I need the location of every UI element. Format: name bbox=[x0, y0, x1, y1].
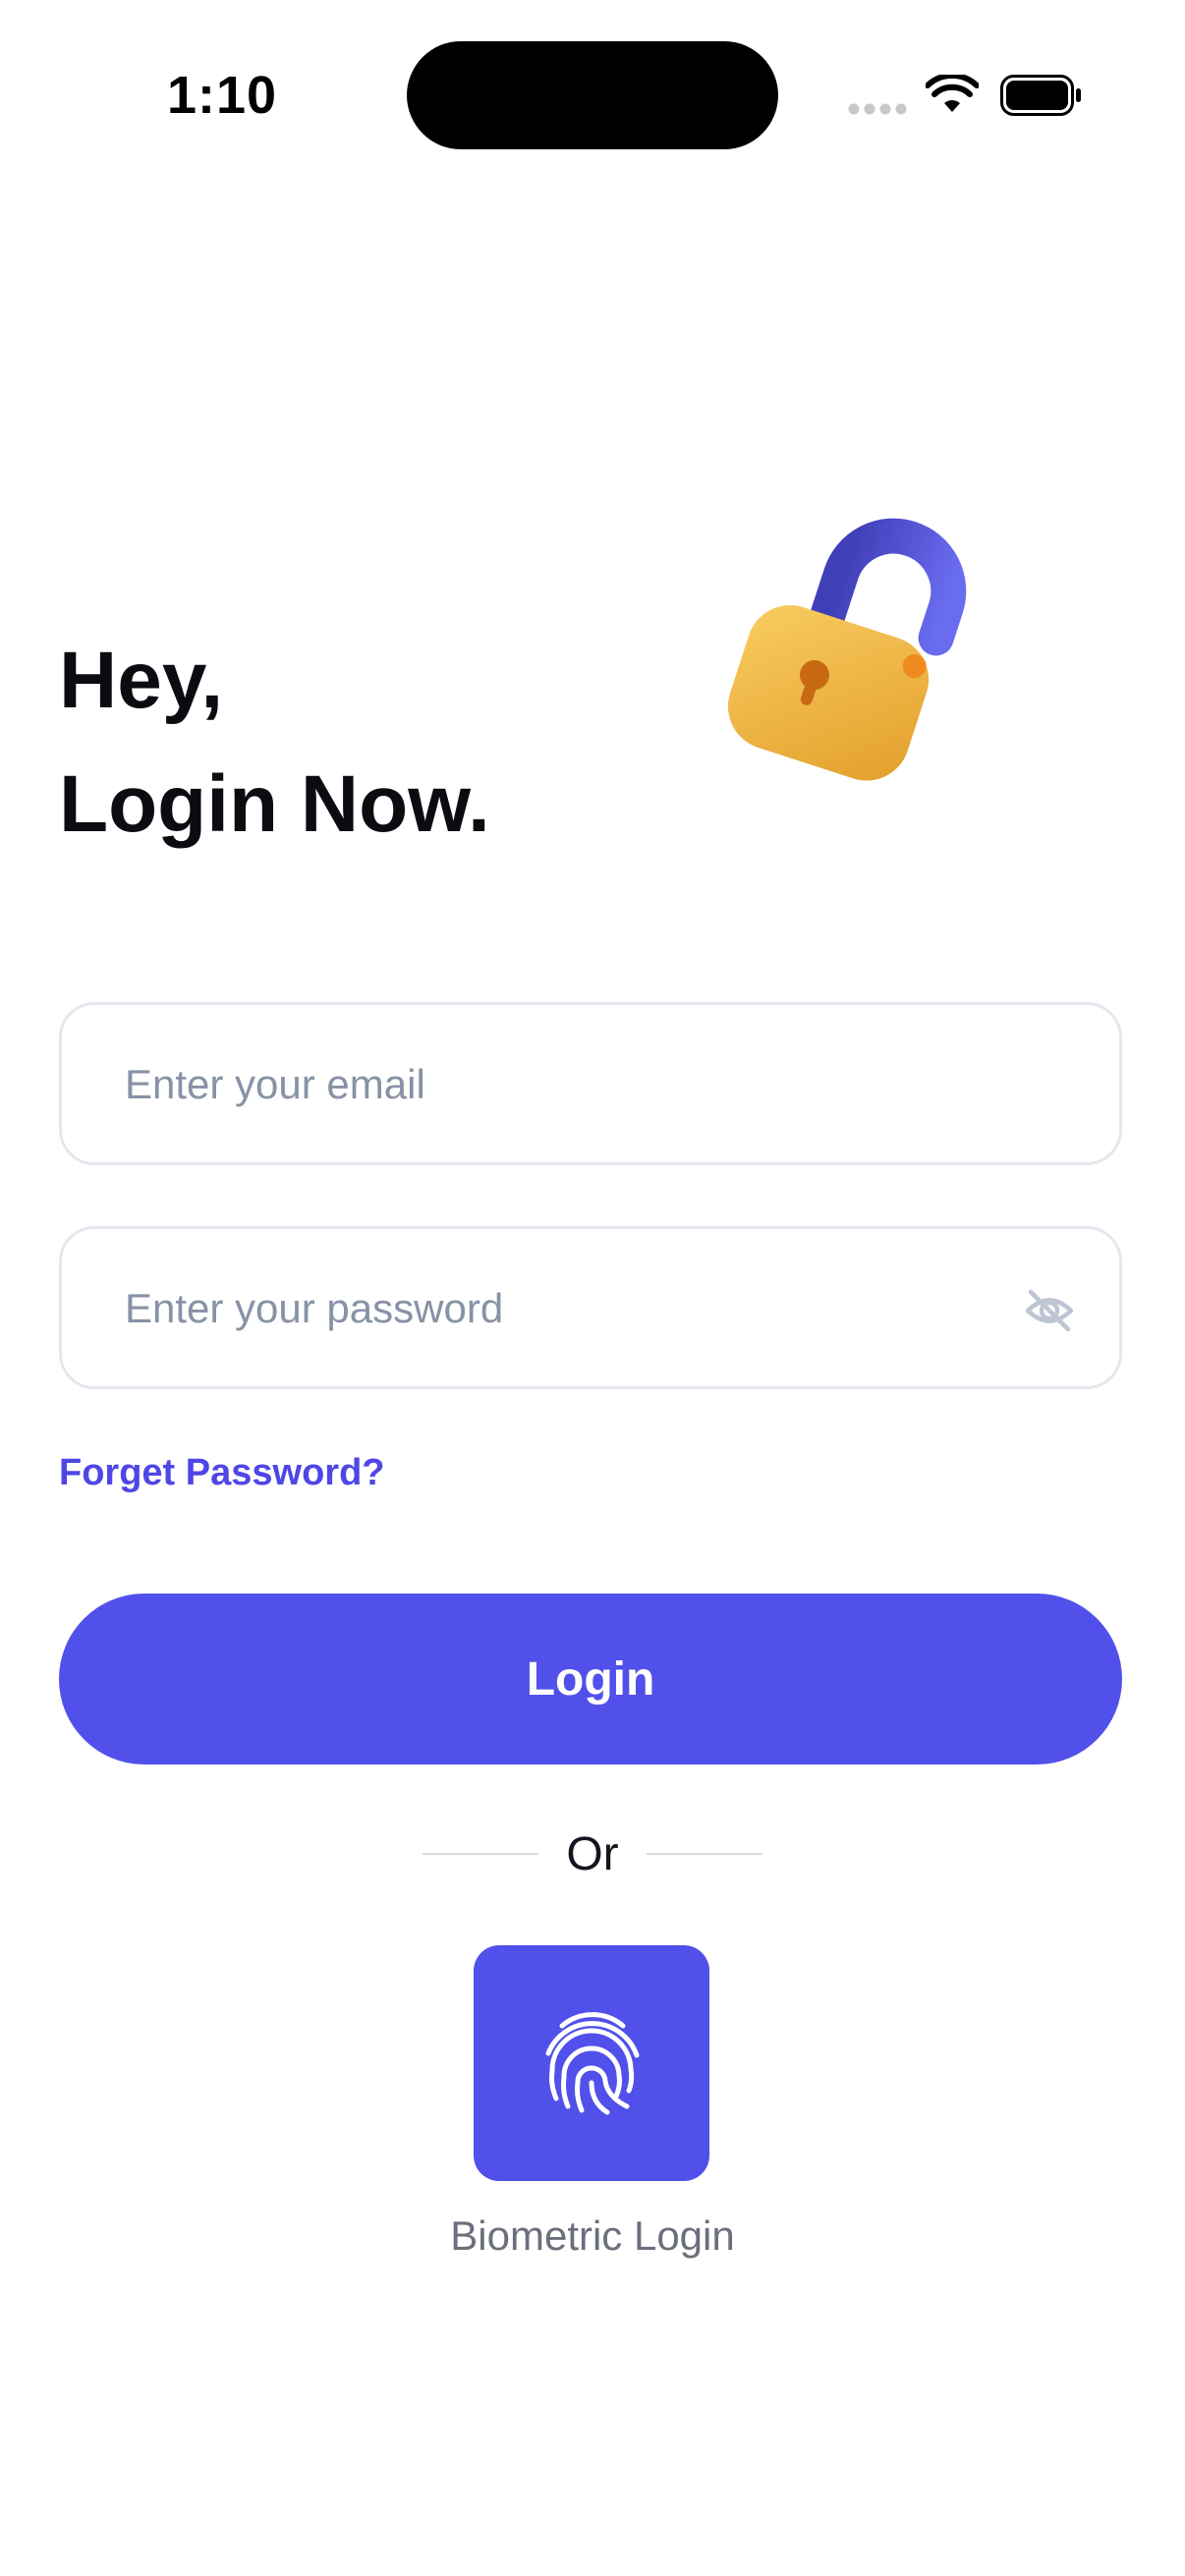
lock-icon bbox=[727, 518, 967, 781]
wifi-icon bbox=[926, 75, 979, 112]
battery-icon bbox=[1000, 75, 1081, 116]
or-label: Or bbox=[566, 1828, 619, 1880]
cellular-signal-icon bbox=[848, 103, 907, 115]
forgot-password-link[interactable]: Forget Password? bbox=[59, 1452, 385, 1494]
biometric-login-label: Biometric Login bbox=[450, 2212, 735, 2259]
biometric-login-button[interactable] bbox=[474, 1945, 709, 2181]
divider-left bbox=[423, 1853, 538, 1855]
fingerprint-icon bbox=[545, 2012, 640, 2115]
eye-off-icon[interactable] bbox=[1023, 1284, 1076, 1337]
divider-right bbox=[647, 1853, 762, 1855]
password-input[interactable] bbox=[123, 1229, 972, 1388]
email-field[interactable] bbox=[59, 1002, 1122, 1165]
title-login-now: Login Now. bbox=[59, 759, 490, 849]
dynamic-island bbox=[407, 41, 778, 149]
status-bar: 1:10 bbox=[0, 0, 1185, 187]
email-input[interactable] bbox=[123, 1005, 972, 1164]
title-greeting: Hey, bbox=[59, 636, 224, 725]
login-button[interactable]: Login bbox=[59, 1594, 1122, 1764]
password-field[interactable] bbox=[59, 1226, 1122, 1389]
page-title: Hey, Login Now. bbox=[59, 619, 490, 867]
status-time: 1:10 bbox=[167, 66, 278, 125]
